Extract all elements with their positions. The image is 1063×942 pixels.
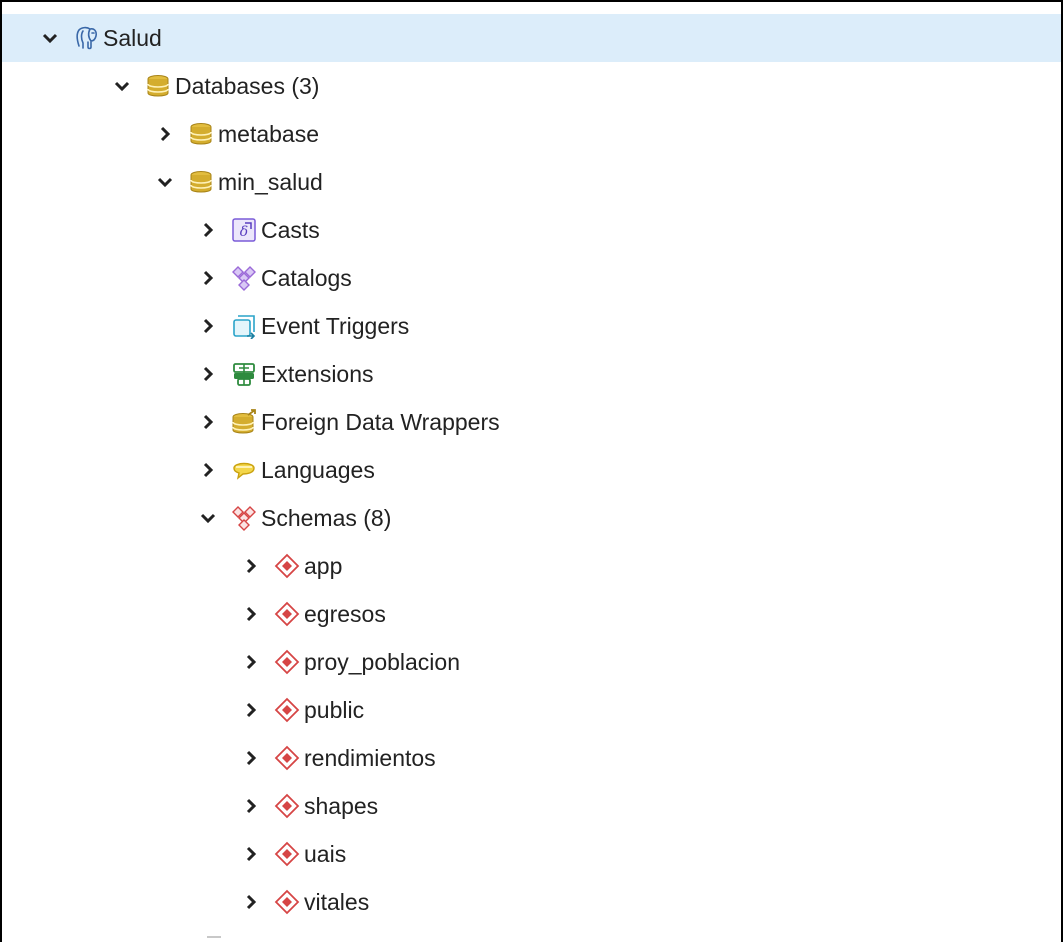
tree-node-label: min_salud bbox=[218, 168, 323, 195]
postgres-elephant-icon bbox=[72, 24, 100, 52]
schema-icon bbox=[273, 840, 301, 868]
tree-node-label: vitales bbox=[304, 888, 370, 915]
tree-node-schema-vitales[interactable]: vitales bbox=[2, 878, 1061, 926]
chevron-right-icon[interactable] bbox=[239, 602, 263, 626]
truncated-next-row bbox=[207, 936, 221, 942]
chevron-right-icon[interactable] bbox=[196, 458, 220, 482]
chevron-right-icon[interactable] bbox=[196, 218, 220, 242]
tree-node-catalogs[interactable]: Catalogs bbox=[2, 254, 1061, 302]
tree-node-languages[interactable]: Languages bbox=[2, 446, 1061, 494]
tree-node-schema-public[interactable]: public bbox=[2, 686, 1061, 734]
tree-node-label: metabase bbox=[218, 120, 320, 147]
chevron-down-icon[interactable] bbox=[196, 506, 220, 530]
chevron-right-icon[interactable] bbox=[196, 410, 220, 434]
tree-node-label: Salud bbox=[103, 24, 162, 51]
database-icon bbox=[144, 72, 172, 100]
schemas-icon bbox=[230, 504, 258, 532]
tree-node-databases[interactable]: Databases (3) bbox=[2, 62, 1061, 110]
casts-icon: δ bbox=[230, 216, 258, 244]
languages-icon bbox=[230, 456, 258, 484]
tree-node-database-min-salud[interactable]: min_salud bbox=[2, 158, 1061, 206]
chevron-right-icon[interactable] bbox=[239, 554, 263, 578]
schema-icon bbox=[273, 792, 301, 820]
tree-node-label: Casts bbox=[261, 216, 320, 243]
tree-node-label: shapes bbox=[304, 792, 379, 819]
tree-node-event-triggers[interactable]: Event Triggers bbox=[2, 302, 1061, 350]
svg-text:δ: δ bbox=[240, 224, 248, 240]
tree-node-server-salud[interactable]: Salud bbox=[2, 14, 1061, 62]
event-triggers-icon bbox=[230, 312, 258, 340]
chevron-down-icon[interactable] bbox=[153, 170, 177, 194]
chevron-right-icon[interactable] bbox=[239, 794, 263, 818]
tree-node-extensions[interactable]: Extensions bbox=[2, 350, 1061, 398]
schema-icon bbox=[273, 696, 301, 724]
tree-node-label: public bbox=[304, 696, 365, 723]
tree-node-casts[interactable]: δ Casts bbox=[2, 206, 1061, 254]
tree-node-schema-egresos[interactable]: egresos bbox=[2, 590, 1061, 638]
chevron-right-icon[interactable] bbox=[196, 314, 220, 338]
schema-icon bbox=[273, 648, 301, 676]
chevron-right-icon[interactable] bbox=[239, 890, 263, 914]
tree-node-label: Extensions bbox=[261, 360, 374, 387]
tree-node-schema-app[interactable]: app bbox=[2, 542, 1061, 590]
foreign-data-wrapper-icon bbox=[230, 408, 258, 436]
extensions-icon bbox=[230, 360, 258, 388]
tree-node-foreign-data-wrappers[interactable]: Foreign Data Wrappers bbox=[2, 398, 1061, 446]
tree-node-label: Languages bbox=[261, 456, 375, 483]
tree-node-label: Databases (3) bbox=[175, 72, 320, 99]
tree-node-label: Foreign Data Wrappers bbox=[261, 408, 500, 435]
chevron-right-icon[interactable] bbox=[239, 698, 263, 722]
tree-node-label: Catalogs bbox=[261, 264, 352, 291]
schema-icon bbox=[273, 552, 301, 580]
catalogs-icon bbox=[230, 264, 258, 292]
schema-icon bbox=[273, 744, 301, 772]
tree-node-label: rendimientos bbox=[304, 744, 436, 771]
tree-node-schemas[interactable]: Schemas (8) bbox=[2, 494, 1061, 542]
chevron-right-icon[interactable] bbox=[196, 362, 220, 386]
database-icon bbox=[187, 168, 215, 196]
chevron-down-icon[interactable] bbox=[110, 74, 134, 98]
chevron-right-icon[interactable] bbox=[196, 266, 220, 290]
tree-node-label: proy_poblacion bbox=[304, 648, 461, 675]
chevron-down-icon[interactable] bbox=[38, 26, 62, 50]
tree-node-label: Schemas (8) bbox=[261, 504, 392, 531]
chevron-right-icon[interactable] bbox=[153, 122, 177, 146]
chevron-right-icon[interactable] bbox=[239, 650, 263, 674]
tree-node-schema-shapes[interactable]: shapes bbox=[2, 782, 1061, 830]
tree-node-database-metabase[interactable]: metabase bbox=[2, 110, 1061, 158]
tree-node-schema-uais[interactable]: uais bbox=[2, 830, 1061, 878]
chevron-right-icon[interactable] bbox=[239, 746, 263, 770]
database-icon bbox=[187, 120, 215, 148]
tree-node-schema-proy-poblacion[interactable]: proy_poblacion bbox=[2, 638, 1061, 686]
tree-node-label: Event Triggers bbox=[261, 312, 410, 339]
chevron-right-icon[interactable] bbox=[239, 842, 263, 866]
tree-node-label: egresos bbox=[304, 600, 386, 627]
tree-node-label: uais bbox=[304, 840, 347, 867]
schema-icon bbox=[273, 888, 301, 916]
tree-node-label: app bbox=[304, 552, 343, 579]
schema-icon bbox=[273, 600, 301, 628]
tree-node-schema-rendimientos[interactable]: rendimientos bbox=[2, 734, 1061, 782]
object-explorer-tree: Salud Databases (3) metabase min_salud δ… bbox=[0, 0, 1063, 942]
